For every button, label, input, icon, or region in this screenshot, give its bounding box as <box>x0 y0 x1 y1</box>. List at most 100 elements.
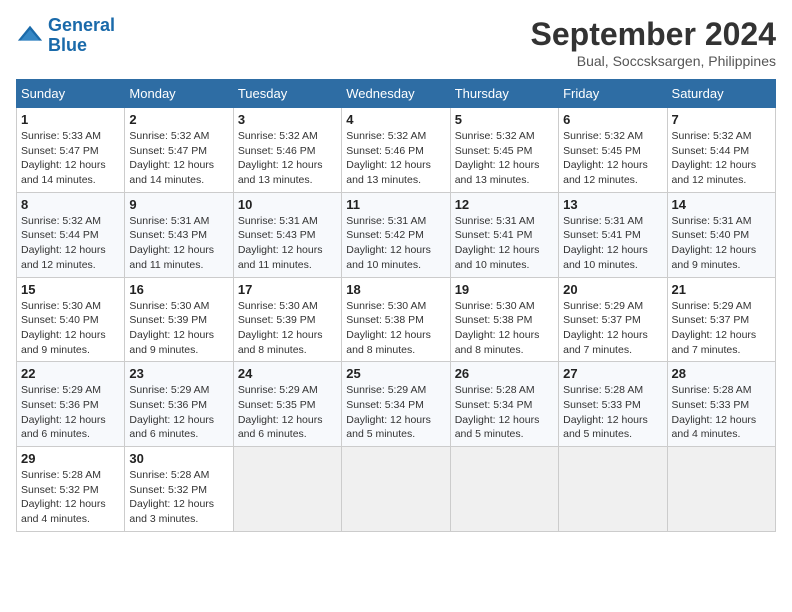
day-number: 23 <box>129 366 228 381</box>
day-number: 1 <box>21 112 120 127</box>
calendar-cell: 1 Sunrise: 5:33 AMSunset: 5:47 PMDayligh… <box>17 108 125 193</box>
day-info: Sunrise: 5:32 AMSunset: 5:46 PMDaylight:… <box>346 129 445 188</box>
day-info: Sunrise: 5:28 AMSunset: 5:33 PMDaylight:… <box>672 383 771 442</box>
weekday-header-thursday: Thursday <box>450 80 558 108</box>
calendar-title: September 2024 <box>531 16 776 53</box>
calendar-cell <box>559 447 667 532</box>
calendar-cell: 24 Sunrise: 5:29 AMSunset: 5:35 PMDaylig… <box>233 362 341 447</box>
day-info: Sunrise: 5:32 AMSunset: 5:45 PMDaylight:… <box>455 129 554 188</box>
calendar-cell: 18 Sunrise: 5:30 AMSunset: 5:38 PMDaylig… <box>342 277 450 362</box>
day-info: Sunrise: 5:31 AMSunset: 5:41 PMDaylight:… <box>563 214 662 273</box>
calendar-cell: 12 Sunrise: 5:31 AMSunset: 5:41 PMDaylig… <box>450 192 558 277</box>
calendar-cell <box>450 447 558 532</box>
day-number: 30 <box>129 451 228 466</box>
day-number: 12 <box>455 197 554 212</box>
day-number: 11 <box>346 197 445 212</box>
calendar-cell: 5 Sunrise: 5:32 AMSunset: 5:45 PMDayligh… <box>450 108 558 193</box>
day-info: Sunrise: 5:32 AMSunset: 5:44 PMDaylight:… <box>21 214 120 273</box>
calendar-cell: 20 Sunrise: 5:29 AMSunset: 5:37 PMDaylig… <box>559 277 667 362</box>
calendar-cell <box>667 447 775 532</box>
day-info: Sunrise: 5:32 AMSunset: 5:44 PMDaylight:… <box>672 129 771 188</box>
calendar-cell: 21 Sunrise: 5:29 AMSunset: 5:37 PMDaylig… <box>667 277 775 362</box>
calendar-cell: 14 Sunrise: 5:31 AMSunset: 5:40 PMDaylig… <box>667 192 775 277</box>
day-number: 28 <box>672 366 771 381</box>
week-row-1: 1 Sunrise: 5:33 AMSunset: 5:47 PMDayligh… <box>17 108 776 193</box>
day-info: Sunrise: 5:30 AMSunset: 5:39 PMDaylight:… <box>238 299 337 358</box>
day-number: 2 <box>129 112 228 127</box>
day-number: 19 <box>455 282 554 297</box>
day-info: Sunrise: 5:32 AMSunset: 5:47 PMDaylight:… <box>129 129 228 188</box>
calendar-cell: 7 Sunrise: 5:32 AMSunset: 5:44 PMDayligh… <box>667 108 775 193</box>
day-number: 25 <box>346 366 445 381</box>
calendar-cell: 28 Sunrise: 5:28 AMSunset: 5:33 PMDaylig… <box>667 362 775 447</box>
weekday-header-saturday: Saturday <box>667 80 775 108</box>
weekday-header-friday: Friday <box>559 80 667 108</box>
day-number: 7 <box>672 112 771 127</box>
calendar-subtitle: Bual, Soccsksargen, Philippines <box>531 53 776 69</box>
day-info: Sunrise: 5:32 AMSunset: 5:46 PMDaylight:… <box>238 129 337 188</box>
day-info: Sunrise: 5:28 AMSunset: 5:32 PMDaylight:… <box>21 468 120 527</box>
day-number: 26 <box>455 366 554 381</box>
week-row-5: 29 Sunrise: 5:28 AMSunset: 5:32 PMDaylig… <box>17 447 776 532</box>
calendar-cell: 22 Sunrise: 5:29 AMSunset: 5:36 PMDaylig… <box>17 362 125 447</box>
day-info: Sunrise: 5:29 AMSunset: 5:35 PMDaylight:… <box>238 383 337 442</box>
week-row-2: 8 Sunrise: 5:32 AMSunset: 5:44 PMDayligh… <box>17 192 776 277</box>
title-block: September 2024 Bual, Soccsksargen, Phili… <box>531 16 776 69</box>
day-number: 27 <box>563 366 662 381</box>
day-number: 5 <box>455 112 554 127</box>
calendar-cell: 4 Sunrise: 5:32 AMSunset: 5:46 PMDayligh… <box>342 108 450 193</box>
day-number: 4 <box>346 112 445 127</box>
calendar-cell: 26 Sunrise: 5:28 AMSunset: 5:34 PMDaylig… <box>450 362 558 447</box>
day-number: 29 <box>21 451 120 466</box>
day-info: Sunrise: 5:30 AMSunset: 5:39 PMDaylight:… <box>129 299 228 358</box>
day-info: Sunrise: 5:32 AMSunset: 5:45 PMDaylight:… <box>563 129 662 188</box>
calendar-cell: 30 Sunrise: 5:28 AMSunset: 5:32 PMDaylig… <box>125 447 233 532</box>
calendar-cell: 2 Sunrise: 5:32 AMSunset: 5:47 PMDayligh… <box>125 108 233 193</box>
logo-icon <box>16 22 44 50</box>
day-info: Sunrise: 5:30 AMSunset: 5:38 PMDaylight:… <box>346 299 445 358</box>
calendar-cell: 11 Sunrise: 5:31 AMSunset: 5:42 PMDaylig… <box>342 192 450 277</box>
day-info: Sunrise: 5:31 AMSunset: 5:43 PMDaylight:… <box>238 214 337 273</box>
page-header: General Blue September 2024 Bual, Soccsk… <box>16 16 776 69</box>
week-row-4: 22 Sunrise: 5:29 AMSunset: 5:36 PMDaylig… <box>17 362 776 447</box>
day-info: Sunrise: 5:29 AMSunset: 5:36 PMDaylight:… <box>129 383 228 442</box>
calendar-cell <box>233 447 341 532</box>
day-number: 17 <box>238 282 337 297</box>
calendar-cell: 27 Sunrise: 5:28 AMSunset: 5:33 PMDaylig… <box>559 362 667 447</box>
day-number: 18 <box>346 282 445 297</box>
day-number: 8 <box>21 197 120 212</box>
day-info: Sunrise: 5:31 AMSunset: 5:42 PMDaylight:… <box>346 214 445 273</box>
day-info: Sunrise: 5:31 AMSunset: 5:40 PMDaylight:… <box>672 214 771 273</box>
day-info: Sunrise: 5:29 AMSunset: 5:36 PMDaylight:… <box>21 383 120 442</box>
day-info: Sunrise: 5:28 AMSunset: 5:34 PMDaylight:… <box>455 383 554 442</box>
weekday-header-sunday: Sunday <box>17 80 125 108</box>
calendar-cell: 23 Sunrise: 5:29 AMSunset: 5:36 PMDaylig… <box>125 362 233 447</box>
day-number: 10 <box>238 197 337 212</box>
weekday-header-tuesday: Tuesday <box>233 80 341 108</box>
day-info: Sunrise: 5:31 AMSunset: 5:41 PMDaylight:… <box>455 214 554 273</box>
day-number: 3 <box>238 112 337 127</box>
day-number: 6 <box>563 112 662 127</box>
calendar-cell: 15 Sunrise: 5:30 AMSunset: 5:40 PMDaylig… <box>17 277 125 362</box>
day-info: Sunrise: 5:33 AMSunset: 5:47 PMDaylight:… <box>21 129 120 188</box>
day-number: 16 <box>129 282 228 297</box>
logo-text: General Blue <box>48 16 115 56</box>
calendar-table: SundayMondayTuesdayWednesdayThursdayFrid… <box>16 79 776 532</box>
weekday-header-monday: Monday <box>125 80 233 108</box>
calendar-cell: 3 Sunrise: 5:32 AMSunset: 5:46 PMDayligh… <box>233 108 341 193</box>
day-number: 20 <box>563 282 662 297</box>
calendar-cell: 17 Sunrise: 5:30 AMSunset: 5:39 PMDaylig… <box>233 277 341 362</box>
day-number: 14 <box>672 197 771 212</box>
day-info: Sunrise: 5:30 AMSunset: 5:38 PMDaylight:… <box>455 299 554 358</box>
day-number: 15 <box>21 282 120 297</box>
calendar-cell: 29 Sunrise: 5:28 AMSunset: 5:32 PMDaylig… <box>17 447 125 532</box>
weekday-header-row: SundayMondayTuesdayWednesdayThursdayFrid… <box>17 80 776 108</box>
day-number: 24 <box>238 366 337 381</box>
day-info: Sunrise: 5:30 AMSunset: 5:40 PMDaylight:… <box>21 299 120 358</box>
logo: General Blue <box>16 16 115 56</box>
calendar-cell: 25 Sunrise: 5:29 AMSunset: 5:34 PMDaylig… <box>342 362 450 447</box>
calendar-cell: 13 Sunrise: 5:31 AMSunset: 5:41 PMDaylig… <box>559 192 667 277</box>
weekday-header-wednesday: Wednesday <box>342 80 450 108</box>
day-info: Sunrise: 5:29 AMSunset: 5:37 PMDaylight:… <box>672 299 771 358</box>
day-info: Sunrise: 5:28 AMSunset: 5:32 PMDaylight:… <box>129 468 228 527</box>
